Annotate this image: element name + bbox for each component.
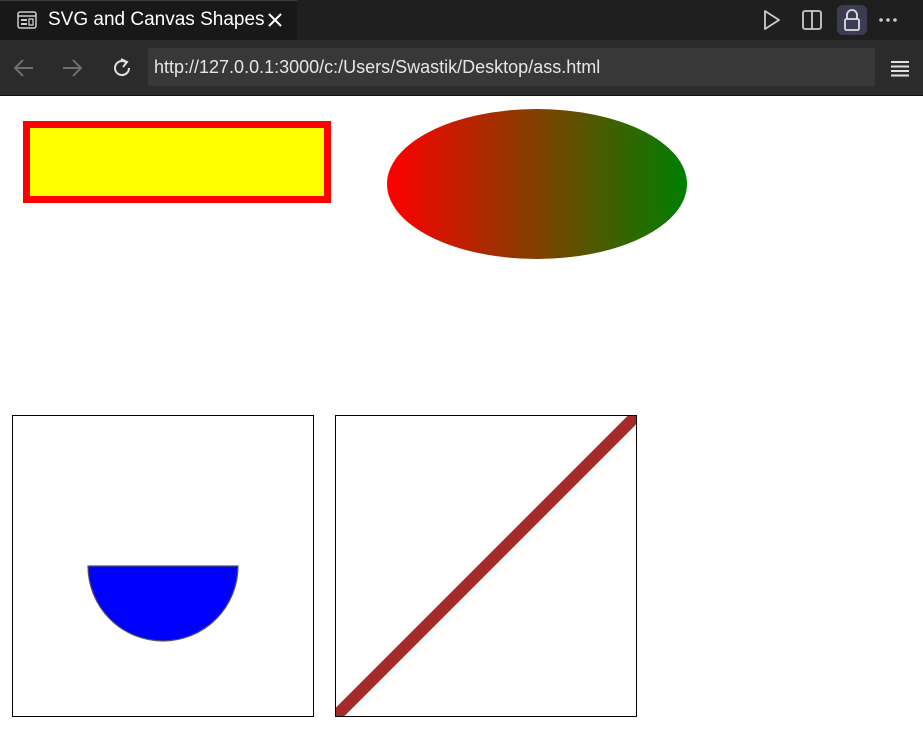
more-actions-icon[interactable] xyxy=(873,5,903,35)
url-text: http://127.0.0.1:3000/c:/Users/Swastik/D… xyxy=(154,57,601,77)
lock-icon[interactable] xyxy=(837,5,867,35)
tab-title: SVG and Canvas Shapes xyxy=(48,9,265,30)
tab-svg-and-canvas-shapes[interactable]: SVG and Canvas Shapes xyxy=(0,0,297,40)
yellow-rectangle xyxy=(23,121,331,203)
semicircle-drawing xyxy=(87,565,239,642)
split-editor-icon[interactable] xyxy=(797,5,827,35)
canvas-semicircle xyxy=(12,415,314,717)
close-icon[interactable] xyxy=(264,9,286,31)
hamburger-menu-icon[interactable] xyxy=(886,54,914,82)
diagonal-line-drawing xyxy=(331,411,641,721)
url-input[interactable]: http://127.0.0.1:3000/c:/Users/Swastik/D… xyxy=(148,48,875,86)
back-arrow-icon[interactable] xyxy=(10,54,38,82)
gradient-ellipse xyxy=(387,109,687,259)
forward-arrow-icon[interactable] xyxy=(58,54,86,82)
tab-bar: SVG and Canvas Shapes xyxy=(0,0,923,40)
play-icon[interactable] xyxy=(756,5,786,35)
page-content xyxy=(0,96,923,744)
reload-icon[interactable] xyxy=(108,54,136,82)
navigation-bar: http://127.0.0.1:3000/c:/Users/Swastik/D… xyxy=(0,40,923,96)
browser-preview-window: SVG and Canvas Shapes http://127.0.0.1:3… xyxy=(0,0,923,744)
preview-icon xyxy=(17,11,37,29)
canvas-diagonal-line xyxy=(331,411,641,721)
